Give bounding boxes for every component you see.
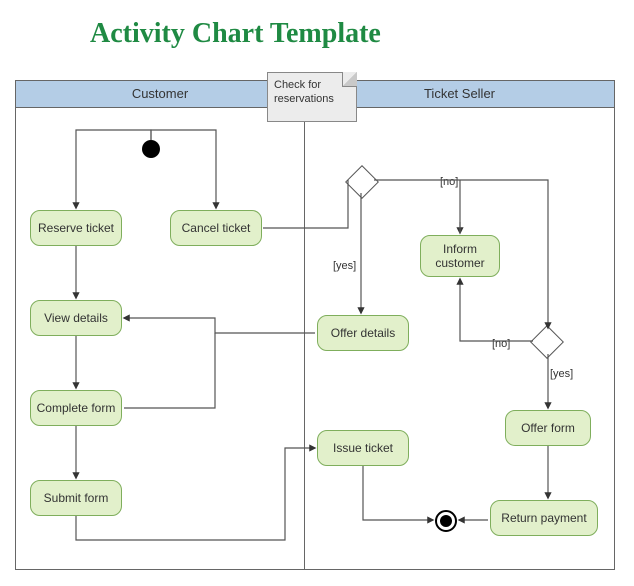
page-title: Activity Chart Template [90,18,381,50]
activity-diagram: Customer Ticket Seller Check for reserva… [15,80,615,575]
connectors [15,80,615,575]
